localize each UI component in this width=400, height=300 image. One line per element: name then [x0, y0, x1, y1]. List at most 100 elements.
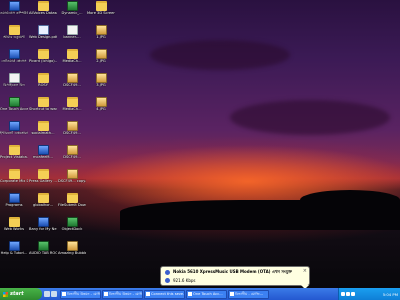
desktop-icon[interactable]: Press Gallery ...: [29, 168, 57, 192]
desktop-icon[interactable]: রিসাইকেল বিন: [0, 72, 28, 96]
desktop-icon[interactable]: 4.JPG: [87, 96, 115, 120]
quick-launch-icon[interactable]: [51, 291, 57, 297]
taskbar-task-button[interactable]: One Touch Acc...: [186, 289, 227, 299]
desktop-icon[interactable]: globalhor...: [29, 192, 57, 216]
desktop-icon[interactable]: Amazing Bubbles ...: [58, 240, 86, 264]
taskbar-task-label: বিভাগীয় উন্নয়ন - মোজি...: [67, 291, 101, 296]
desktop-icon-label: MediaCh...: [62, 59, 82, 63]
folder-icon: [37, 49, 49, 59]
desktop-icon-label: More 3D Screens...: [87, 11, 115, 15]
window-icon: [230, 292, 234, 296]
folder-icon: [37, 121, 49, 131]
taskbar-task-button[interactable]: বিভাগীয় উন্নয়ন - মোজি...: [60, 289, 101, 299]
balloon-close-button[interactable]: ×: [303, 268, 307, 274]
desktop-icon[interactable]: Help & Tutori...: [0, 240, 28, 264]
desktop-icon[interactable]: mcafeeM...: [29, 144, 57, 168]
desktop-icon-label: ROSY: [38, 83, 48, 87]
desktop-icon-label: 1.JPG: [96, 35, 106, 39]
taskbar-task-button[interactable]: Connect this seve...: [144, 289, 185, 299]
security-tray-icon[interactable]: [351, 292, 355, 296]
desktop-icon-label: globalhor...: [32, 203, 53, 207]
desktop-icon: [87, 120, 115, 144]
desktop-icon[interactable]: Web Works: [0, 216, 28, 240]
desktop-icon-label: 2.JPG: [96, 59, 106, 63]
desktop-icon-label: আমার ডকুমেন্ট: [3, 35, 25, 39]
desktop-icon-grid: ওয়ার্ডপ্রেস কম্পিউটারAllVoices Datasour…: [0, 0, 115, 264]
desktop-icon[interactable]: More 3D Screens...: [87, 0, 115, 24]
desktop-icon[interactable]: DSCF49... copy.jpg: [58, 168, 86, 192]
network-tray-icon[interactable]: [341, 292, 345, 296]
desktop-icon-label: DSCF49...: [63, 155, 81, 159]
window-icon: [188, 292, 192, 296]
desktop-icon-label: AUDIO TAB ROOM: [29, 251, 57, 255]
clock: 5:04 PM: [382, 291, 398, 297]
desktop-icon[interactable]: Picard (Ichigo)...: [29, 48, 57, 72]
desktop-icon[interactable]: MediaCh...: [58, 48, 86, 72]
desktop-icon-label: AllVoices Datasource: [29, 11, 57, 15]
desktop-icon: [87, 144, 115, 168]
desktop-icon-label: DSCF49... copy.jpg: [58, 179, 86, 183]
desktop-icon[interactable]: 1.JPG: [87, 24, 115, 48]
desktop-icon[interactable]: FileSubmit Downloads: [58, 192, 86, 216]
desktop-icon-label: Web Works: [4, 227, 24, 231]
desktop-icon[interactable]: One Touch Access: [0, 96, 28, 120]
desktop-icon-label: 3.JPG: [96, 83, 106, 87]
app-icon: [66, 217, 78, 227]
image-icon: [95, 73, 107, 83]
desktop-icon[interactable]: নেটওয়ার্ক প্লেসেস: [0, 48, 28, 72]
balloon-subtitle: 921.6 Kbps: [173, 278, 196, 283]
desktop-icon-label: রিসাইকেল বিন: [3, 83, 25, 87]
desktop-icon[interactable]: ইন্টারনেট এক্সপ্লোরার: [0, 120, 28, 144]
window-icon: [62, 292, 66, 296]
desktop-icon[interactable]: DSCF49...: [58, 120, 86, 144]
app-icon: [37, 217, 49, 227]
taskbar-task-button[interactable]: বিভাগীয় - মোজি...: [228, 289, 269, 299]
desktop-icon[interactable]: Corporate Mix Demo: [0, 168, 28, 192]
folder-icon: [37, 73, 49, 83]
balloon-subtitle-row: 921.6 Kbps: [165, 278, 305, 283]
image-icon: [66, 169, 78, 179]
desktop-icon[interactable]: Bany for My Ne...: [29, 216, 57, 240]
desktop-icon[interactable]: Shortcut to www: [29, 96, 57, 120]
taskbar-tasks: বিভাগীয় উন্নয়ন - মোজি... বিভাগীয় উন্নয…: [60, 289, 269, 299]
desktop-icon[interactable]: ObjectDock: [58, 216, 86, 240]
desktop-icon[interactable]: ROSY: [29, 72, 57, 96]
notification-balloon[interactable]: Nokia 5610 XpressMusic USB Modem (OTA) এ…: [160, 266, 310, 288]
desktop-icon[interactable]: socialmath...: [29, 120, 57, 144]
desktop-icon[interactable]: MediaCh...: [58, 96, 86, 120]
desktop-icon[interactable]: Programs: [0, 192, 28, 216]
desktop-icon[interactable]: DSCF49...: [58, 72, 86, 96]
desktop-icon[interactable]: Dynamic_...: [58, 0, 86, 24]
desktop-icon[interactable]: Project Vistaba...: [0, 144, 28, 168]
desktop-icon[interactable]: 2.JPG: [87, 48, 115, 72]
desktop-icon[interactable]: ওয়ার্ডপ্রেস কম্পিউটার: [0, 0, 28, 24]
desktop-icon[interactable]: DSCF49...: [58, 144, 86, 168]
desktop-icon-label: Programs: [5, 203, 23, 207]
taskbar-task-button[interactable]: বিভাগীয় উন্নয়ন - মোজি...: [102, 289, 143, 299]
desktop-icon[interactable]: AllVoices Datasource: [29, 0, 57, 24]
window-icon: [104, 292, 108, 296]
start-button[interactable]: start: [0, 288, 42, 300]
desktop-icon[interactable]: AUDIO TAB ROOM: [29, 240, 57, 264]
image-icon: [66, 145, 78, 155]
cloud: [230, 100, 390, 135]
window-icon: [146, 292, 150, 296]
volume-tray-icon[interactable]: [346, 292, 350, 296]
desktop-icon-label: Dynamic_...: [61, 11, 83, 15]
quick-launch-icon[interactable]: [44, 291, 50, 297]
desktop-icon-label: MediaCh...: [62, 107, 82, 111]
desktop-icon-label: Press Gallery ...: [29, 179, 57, 183]
taskbar-task-label: বিভাগীয় উন্নয়ন - মোজি...: [109, 291, 143, 296]
desktop-icon-label: mcafeeM...: [33, 155, 53, 159]
connection-icon: [165, 278, 170, 283]
desktop-icon: [87, 168, 115, 192]
desktop-icon[interactable]: আমার ডকুমেন্ট: [0, 24, 28, 48]
desktop-icon-label: banner-...: [63, 35, 81, 39]
desktop-icon[interactable]: 3.JPG: [87, 72, 115, 96]
app-icon: [37, 145, 49, 155]
desktop-icon: [87, 216, 115, 240]
internet-explorer-icon: [8, 121, 20, 131]
my-computer-icon: [8, 1, 20, 11]
desktop-icon[interactable]: Web Design.pdf: [29, 24, 57, 48]
desktop-icon[interactable]: banner-...: [58, 24, 86, 48]
